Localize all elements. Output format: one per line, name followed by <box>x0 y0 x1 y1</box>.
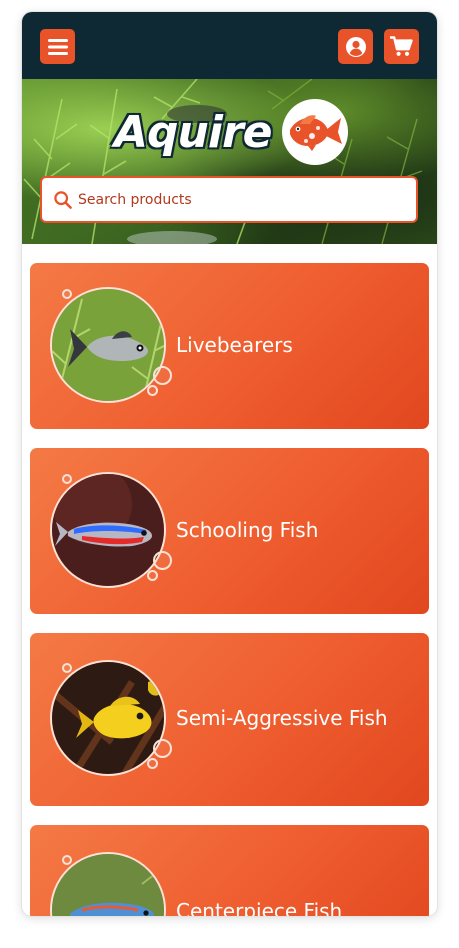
bubble-decoration <box>153 551 172 570</box>
bubble-decoration <box>147 385 158 396</box>
category-card-schooling-fish[interactable]: Schooling Fish <box>30 448 429 614</box>
bubble-decoration <box>153 366 172 385</box>
category-label: Livebearers <box>176 333 293 357</box>
top-navigation-bar <box>22 12 437 79</box>
category-label: Schooling Fish <box>176 518 319 542</box>
bubble-decoration <box>62 663 72 673</box>
category-card-centerpiece-fish[interactable]: Centerpiece Fish <box>30 825 429 916</box>
brand-lockup[interactable]: Aquire <box>114 99 348 165</box>
category-label: Centerpiece Fish <box>176 899 343 916</box>
menu-button[interactable] <box>40 29 75 64</box>
bubble-decoration <box>153 739 172 758</box>
search-bar[interactable] <box>40 176 418 223</box>
account-button[interactable] <box>338 29 373 64</box>
fish-logo-icon <box>281 99 348 165</box>
category-label: Semi-Aggressive Fish <box>176 706 388 730</box>
category-card-livebearers[interactable]: Livebearers <box>30 263 429 429</box>
category-card-semi-aggressive-fish[interactable]: Semi-Aggressive Fish <box>30 633 429 806</box>
bubble-decoration <box>147 570 158 581</box>
search-icon <box>54 190 72 209</box>
bubble-decoration <box>62 855 72 865</box>
brand-name: Aquire <box>114 106 272 158</box>
hero-banner: Aquire <box>22 79 437 244</box>
phone-screen: Aquire Search products Livebearers Schoo… <box>22 12 437 916</box>
bubble-decoration <box>62 474 72 484</box>
cart-button[interactable] <box>384 29 419 64</box>
bubble-decoration <box>62 289 72 299</box>
user-account-icon <box>345 36 366 57</box>
search-input[interactable] <box>78 191 398 208</box>
shopping-cart-icon <box>390 36 413 56</box>
hamburger-menu-icon <box>47 38 68 55</box>
bubble-decoration <box>147 758 158 769</box>
